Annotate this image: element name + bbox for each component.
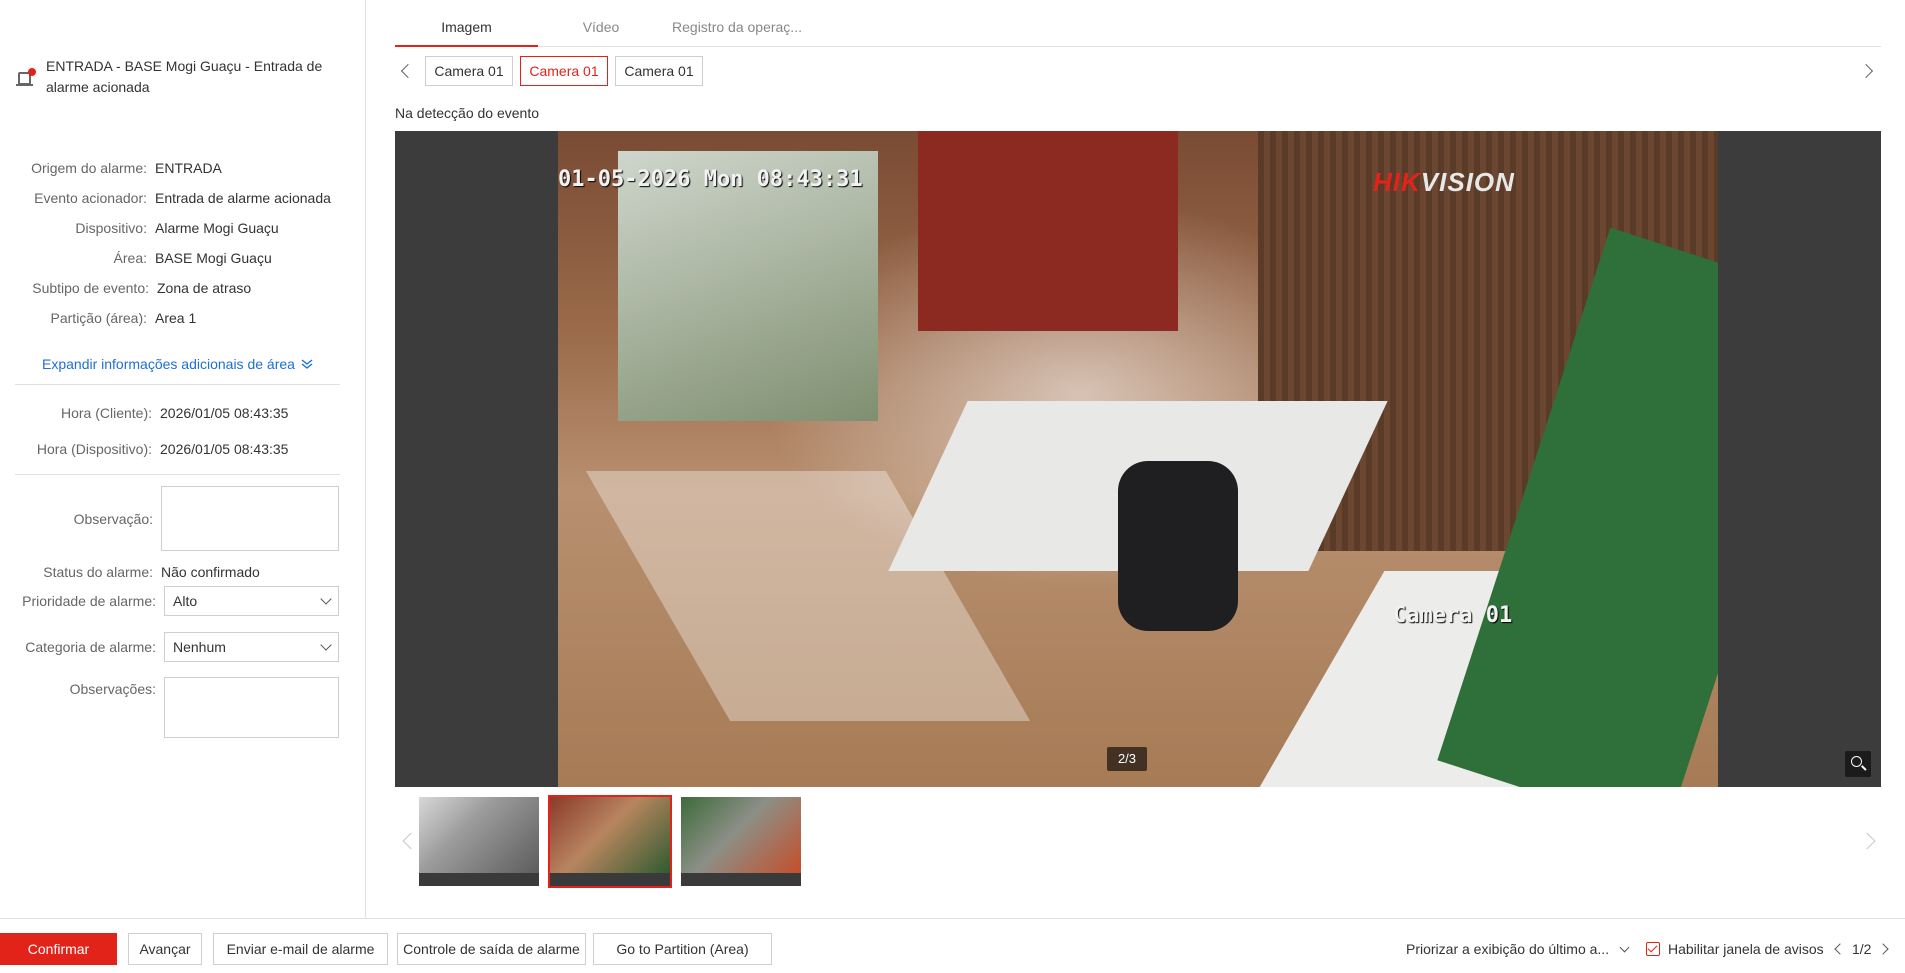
time-value: 2026/01/05 08:43:35 [160, 405, 289, 421]
observacoes-label: Observações: [69, 681, 156, 697]
priority-dropdown[interactable]: Priorizar a exibição do último a... [1406, 933, 1630, 965]
expand-area-info-link[interactable]: Expandir informações adicionais de área [42, 356, 313, 372]
time-row-dispositivo: Hora (Dispositivo): 2026/01/05 08:43:35 [0, 438, 366, 460]
double-chevron-down-icon [301, 359, 313, 369]
detail-value: Entrada de alarme acionada [155, 190, 331, 206]
chevron-down-icon [1619, 942, 1630, 952]
observacao-row: Observação: [0, 486, 366, 551]
chevron-down-icon [320, 639, 332, 651]
thumb-next-icon[interactable] [1858, 832, 1876, 850]
camera-next-icon[interactable] [1858, 63, 1874, 79]
priority-dropdown-label: Priorizar a exibição do último a... [1406, 941, 1610, 957]
enable-popup-toggle[interactable]: Habilitar janela de avisos [1646, 933, 1824, 965]
media-tabs: Imagem Vídeo Registro da operaç... [395, 10, 1881, 47]
camera-button[interactable]: Camera 01 [615, 56, 703, 86]
pager: 1/2 [1834, 933, 1890, 965]
thumbnail[interactable] [417, 795, 541, 888]
detail-value: ENTRADA [155, 160, 222, 176]
hikvision-logo: HIKVISION [1373, 167, 1515, 198]
time-label: Hora (Dispositivo): [36, 441, 152, 457]
prioridade-value: Alto [173, 593, 198, 609]
detail-row-subtipo: Subtipo de evento: Zona de atraso [0, 277, 366, 299]
osd-datetime: 01-05-2026 Mon 08:43:31 [558, 167, 863, 192]
thumbnail-active[interactable] [548, 795, 672, 888]
categoria-select[interactable]: Nenhum [164, 632, 339, 662]
prioridade-select[interactable]: Alto [164, 586, 339, 616]
action-bar: Confirmar Avançar Enviar e-mail de alarm… [0, 918, 1905, 973]
observacao-label: Observação: [73, 510, 153, 527]
partition-details-button[interactable]: Go to Partition (Area) Details [593, 933, 772, 973]
camera-button-active[interactable]: Camera 01 [520, 56, 608, 86]
enable-popup-label: Habilitar janela de avisos [1668, 941, 1824, 957]
alarm-header: ENTRADA - BASE Mogi Guaçu - Entrada de a… [16, 56, 338, 98]
send-email-button[interactable]: Enviar e-mail de alarme [213, 933, 388, 965]
detail-row-area: Área: BASE Mogi Guaçu [0, 247, 366, 269]
logo-part-red: HIK [1373, 167, 1421, 197]
camera-prev-icon[interactable] [400, 63, 416, 79]
categoria-label: Categoria de alarme: [25, 639, 156, 655]
detail-label: Evento acionador: [34, 190, 147, 206]
status-label: Status do alarme: [43, 564, 153, 580]
alarm-output-button[interactable]: Controle de saída de alarme [397, 933, 586, 965]
observacoes-row: Observações: [0, 677, 366, 738]
image-counter: 2/3 [1107, 747, 1147, 771]
chevron-down-icon [320, 593, 332, 605]
time-label: Hora (Cliente): [60, 405, 152, 421]
osd-camera-name: Camera 01 [1393, 603, 1513, 628]
detail-value: BASE Mogi Guaçu [155, 250, 272, 266]
observacoes-textarea[interactable] [164, 677, 339, 738]
alarm-details-panel: ENTRADA - BASE Mogi Guaçu - Entrada de a… [0, 0, 366, 918]
camera-button[interactable]: Camera 01 [425, 56, 513, 86]
detail-row-particao: Partição (área): Area 1 [0, 307, 366, 329]
detail-label: Área: [113, 250, 147, 266]
thumbnail[interactable] [679, 795, 803, 888]
page-indicator: 1/2 [1852, 941, 1872, 957]
confirm-button[interactable]: Confirmar [0, 933, 117, 965]
detail-label: Dispositivo: [75, 220, 147, 236]
enable-popup-checkbox[interactable] [1646, 942, 1660, 956]
page-next-icon[interactable] [1877, 943, 1890, 955]
detail-value: Area 1 [155, 310, 197, 326]
detail-value: Zona de atraso [157, 280, 252, 296]
tab-registro[interactable]: Registro da operaç... [667, 10, 807, 47]
detail-row-dispositivo: Dispositivo: Alarme Mogi Guaçu [0, 217, 366, 239]
divider [15, 474, 340, 475]
status-value: Não confirmado [161, 564, 260, 580]
page-prev-icon[interactable] [1834, 943, 1846, 955]
time-value: 2026/01/05 08:43:35 [160, 441, 289, 457]
event-label: Na detecção do evento [395, 105, 539, 121]
image-viewer[interactable]: 01-05-2026 Mon 08:43:31 HIKVISION Camera… [395, 131, 1881, 787]
zoom-in-icon[interactable] [1845, 751, 1871, 777]
detail-row-origem: Origem do alarme: ENTRADA [0, 157, 366, 179]
camera-strip: Camera 01 Camera 01 Camera 01 [395, 56, 1881, 88]
expand-link-label: Expandir informações adicionais de área [42, 356, 295, 372]
alarm-title: ENTRADA - BASE Mogi Guaçu - Entrada de a… [46, 58, 323, 95]
detail-label: Origem do alarme: [31, 160, 147, 176]
thumbnail-strip [395, 795, 1881, 890]
prioridade-label: Prioridade de alarme: [22, 593, 156, 609]
observacao-textarea[interactable] [161, 486, 339, 551]
categoria-row: Categoria de alarme: Nenhum [0, 632, 366, 662]
status-row: Status do alarme: Não confirmado [0, 561, 366, 583]
categoria-value: Nenhum [173, 639, 226, 655]
alarm-bell-icon [16, 66, 38, 90]
tab-imagem[interactable]: Imagem [395, 10, 538, 47]
detail-row-evento: Evento acionador: Entrada de alarme acio… [0, 187, 366, 209]
detail-label: Subtipo de evento: [32, 280, 149, 296]
logo-part-white: VISION [1420, 167, 1515, 197]
prioridade-row: Prioridade de alarme: Alto [0, 586, 366, 616]
advance-button[interactable]: Avançar [128, 933, 202, 965]
detail-label: Partição (área): [50, 310, 147, 326]
tab-video[interactable]: Vídeo [553, 10, 649, 47]
time-row-cliente: Hora (Cliente): 2026/01/05 08:43:35 [0, 402, 366, 424]
divider [15, 384, 340, 385]
detail-value: Alarme Mogi Guaçu [155, 220, 279, 236]
camera-snapshot: 01-05-2026 Mon 08:43:31 HIKVISION Camera… [558, 131, 1718, 787]
